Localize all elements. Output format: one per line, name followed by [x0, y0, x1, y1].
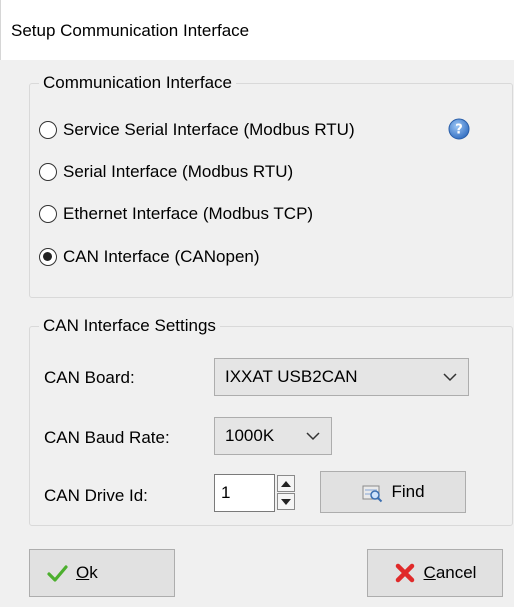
can-board-select[interactable]: IXXAT USB2CAN [214, 358, 469, 396]
title-bar: Setup Communication Interface [0, 0, 514, 60]
chevron-down-icon [306, 432, 320, 441]
help-icon[interactable]: ? [448, 118, 470, 140]
ok-mnemonic: O [76, 563, 90, 582]
cancel-mnemonic: C [423, 563, 436, 582]
triangle-up-icon [281, 480, 291, 487]
triangle-down-icon [281, 498, 291, 505]
can-settings-legend: CAN Interface Settings [39, 315, 220, 337]
can-board-label: CAN Board: [44, 368, 135, 387]
window-title: Setup Communication Interface [11, 21, 250, 40]
can-drive-id-label: CAN Drive Id: [44, 486, 148, 505]
ok-label-rest: k [89, 563, 98, 582]
can-baud-rate-label: CAN Baud Rate: [44, 428, 170, 447]
can-board-value: IXXAT USB2CAN [225, 367, 358, 386]
spin-up-button[interactable] [277, 475, 295, 492]
radio-label: Ethernet Interface (Modbus TCP) [63, 204, 314, 223]
can-drive-id-value: 1 [221, 483, 231, 502]
radio-label: Service Serial Interface (Modbus RTU) [63, 120, 355, 139]
find-button-label: Find [391, 482, 425, 501]
chevron-down-icon [443, 373, 457, 382]
spin-down-button[interactable] [277, 493, 295, 510]
radio-ethernet[interactable]: Ethernet Interface (Modbus TCP) [39, 201, 313, 227]
radio-button-icon[interactable] [39, 163, 57, 181]
cancel-button[interactable]: Cancel [367, 549, 503, 597]
find-search-icon [362, 485, 383, 503]
checkmark-icon [47, 565, 68, 582]
communication-interface-legend: Communication Interface [39, 72, 236, 94]
radio-service-serial[interactable]: Service Serial Interface (Modbus RTU) [39, 117, 355, 143]
find-button[interactable]: Find [320, 471, 466, 513]
can-drive-id-input[interactable]: 1 [214, 474, 275, 512]
ok-button[interactable]: Ok [29, 549, 175, 597]
radio-serial[interactable]: Serial Interface (Modbus RTU) [39, 159, 293, 185]
can-settings-group: CAN Interface Settings CAN Board: IXXAT … [29, 315, 513, 526]
svg-text:?: ? [455, 123, 463, 138]
radio-button-selected-icon[interactable] [39, 248, 57, 266]
radio-label: CAN Interface (CANopen) [63, 247, 260, 266]
radio-button-icon[interactable] [39, 121, 57, 139]
radio-label: Serial Interface (Modbus RTU) [63, 162, 294, 181]
can-baud-rate-value: 1000K [225, 426, 275, 445]
communication-interface-group: Communication Interface Service Serial I… [29, 72, 513, 298]
cancel-button-label: Cancel [424, 563, 477, 583]
radio-button-icon[interactable] [39, 205, 57, 223]
cancel-label-rest: ancel [435, 563, 477, 582]
cancel-x-icon [395, 563, 414, 583]
radio-can[interactable]: CAN Interface (CANopen) [39, 244, 260, 270]
setup-communication-dialog: Setup Communication Interface Communicat… [0, 0, 514, 607]
can-baud-rate-select[interactable]: 1000K [214, 417, 332, 455]
ok-button-label: Ok [76, 563, 98, 583]
can-drive-id-spinner [277, 475, 295, 511]
